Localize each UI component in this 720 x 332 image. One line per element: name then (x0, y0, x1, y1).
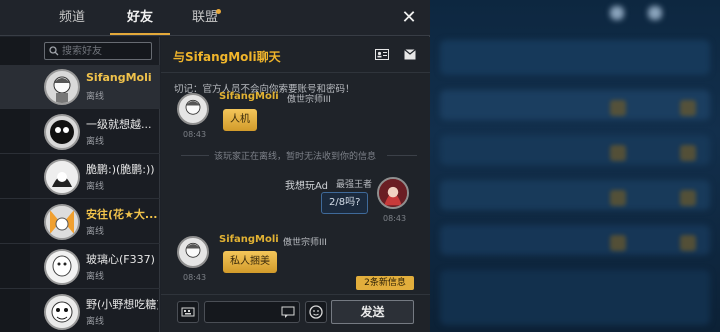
friend-status: 离线 (86, 317, 105, 327)
envelope-icon[interactable] (403, 49, 417, 60)
avatar (177, 236, 209, 268)
avatar (44, 114, 80, 150)
tab-bar: 频道 好友 联盟 ✕ (0, 0, 430, 36)
keyboard-icon[interactable] (177, 301, 199, 323)
friend-name: 脆鹏:)(脆鹏:)) (86, 163, 155, 176)
friend-list: 搜索好友 SifangMoli 离线 一级就想越... 离线 脆鹏:)(脆鹏:)… (0, 37, 160, 332)
send-button[interactable]: 发送 (331, 300, 414, 324)
friend-name: 野(小野想吃糖) (86, 298, 158, 311)
message-sender: 我想玩Ad (285, 181, 329, 192)
avatar (44, 159, 80, 195)
message-time: 08:43 (383, 214, 407, 223)
system-notice-text: 该玩家正在离线，暂时无法收到你的信息 (214, 152, 377, 162)
chat-input-bar: 发送 (161, 294, 430, 332)
friend-list-item[interactable]: 安往(花★大... 离线 (0, 200, 160, 244)
avatar (377, 177, 409, 209)
message-bubble: 2/8吗? (321, 192, 369, 214)
alliance-notification-dot (216, 9, 221, 14)
message-bubble: 私人捆美 (223, 251, 277, 273)
message-sender: SifangMoli (219, 234, 279, 245)
search-icon (49, 46, 59, 56)
friend-status: 离线 (86, 137, 105, 147)
message-sender: SifangMoli (219, 91, 279, 102)
friend-name: 安往(花★大... (86, 208, 158, 221)
message-bubble: 人机 (223, 109, 257, 131)
friends-panel: 频道 好友 联盟 ✕ 搜索好友 SifangMoli 离线 一级就想越... 离… (0, 0, 430, 332)
chat-title: 与SifangMoli聊天 (173, 50, 281, 64)
sender-rank: 傲世宗师III (287, 95, 331, 105)
chat-window: 与SifangMoli聊天 切记：官方人员不会向你索要账号和密码！ 08:43 … (161, 37, 430, 332)
friend-name: 一级就想越... (86, 118, 152, 131)
friend-list-item[interactable]: SifangMoli 离线 (0, 65, 160, 109)
friend-list-item[interactable]: 一级就想越... 离线 (0, 110, 160, 154)
friend-status: 离线 (86, 272, 105, 282)
sender-rank: 傲世宗师III (283, 238, 327, 248)
friend-list-item[interactable]: 玻璃心(F337) 离线 (0, 245, 160, 289)
close-icon[interactable]: ✕ (399, 8, 419, 28)
avatar (44, 249, 80, 285)
friend-status: 离线 (86, 227, 105, 237)
search-placeholder: 搜索好友 (62, 46, 102, 57)
friend-status: 离线 (86, 182, 105, 192)
friend-status: 离线 (86, 92, 105, 102)
quick-reply-icon[interactable] (281, 305, 295, 319)
active-tab-indicator (110, 33, 170, 35)
tab-alliance[interactable]: 联盟 (165, 0, 245, 36)
avatar (177, 93, 209, 125)
message-time: 08:43 (183, 273, 207, 282)
sender-rank: 最强王者 (336, 180, 373, 190)
friend-list-item[interactable]: 野(小野想吃糖) 离线 (0, 290, 160, 332)
emoji-icon[interactable] (305, 301, 327, 323)
friend-name: 玻璃心(F337) (86, 253, 155, 266)
avatar (44, 294, 80, 330)
message-input[interactable] (204, 301, 300, 323)
chat-header: 与SifangMoli聊天 (161, 37, 430, 73)
avatar (44, 69, 80, 105)
message-time: 08:43 (183, 130, 207, 139)
friend-name: SifangMoli (86, 71, 152, 84)
search-input[interactable]: 搜索好友 (44, 42, 152, 60)
new-messages-badge[interactable]: 2条新信息 (356, 276, 414, 290)
id-card-icon[interactable] (375, 49, 389, 60)
friend-list-item[interactable]: 脆鹏:)(脆鹏:)) 离线 (0, 155, 160, 199)
background-game-scene (430, 0, 720, 332)
avatar (44, 204, 80, 240)
system-notice: 该玩家正在离线，暂时无法收到你的信息 (169, 149, 422, 162)
